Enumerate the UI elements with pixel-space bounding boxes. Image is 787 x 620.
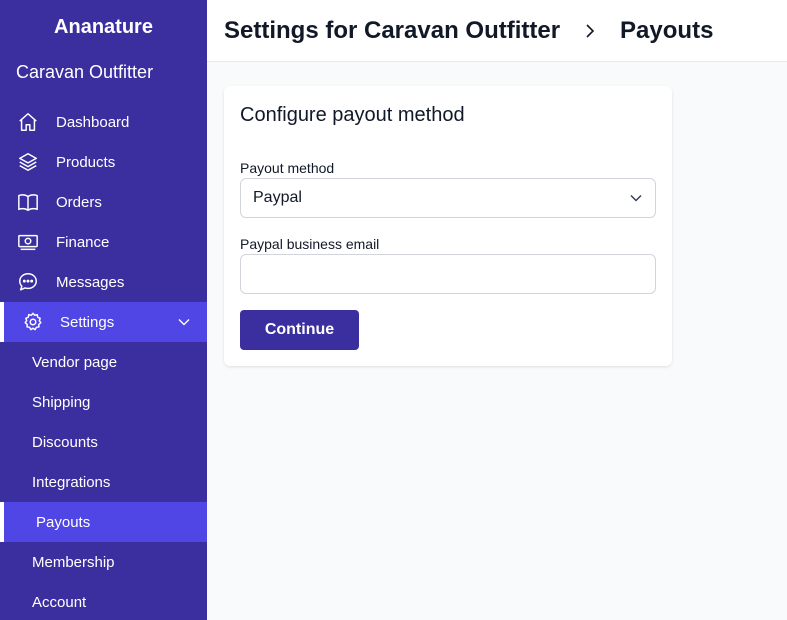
sidebar-item-settings[interactable]: Settings [0, 302, 207, 342]
sidebar: Ananature Caravan Outfitter Dashboard Pr… [0, 0, 207, 620]
breadcrumb-settings[interactable]: Settings for Caravan Outfitter [224, 17, 560, 45]
banknote-icon [18, 234, 38, 251]
sidebar-subitem-account[interactable]: Account [0, 582, 207, 620]
sidebar-subitem-membership[interactable]: Membership [0, 542, 207, 582]
continue-button[interactable]: Continue [240, 310, 359, 350]
store-name: Caravan Outfitter [16, 62, 154, 82]
sidebar-item-label: Settings [60, 313, 115, 331]
card-title: Configure payout method [240, 104, 465, 126]
chat-icon [19, 273, 37, 291]
payout-method-select[interactable]: Paypal [240, 178, 656, 218]
chevron-down-icon [630, 194, 642, 202]
sidebar-subitem-label: Payouts [36, 513, 91, 531]
sidebar-subitem-integrations[interactable]: Integrations [0, 462, 207, 502]
gear-icon [24, 312, 42, 331]
breadcrumb: Settings for Caravan Outfitter Payouts [207, 0, 787, 62]
sidebar-item-finance[interactable]: Finance [0, 222, 207, 262]
chevron-down-icon[interactable] [177, 315, 191, 329]
sidebar-item-label: Finance [56, 233, 110, 251]
sidebar-subitem-payouts[interactable]: Payouts [0, 502, 207, 542]
sidebar-item-label: Messages [56, 273, 125, 291]
sidebar-subitem-label: Membership [32, 553, 115, 571]
sidebar-item-label: Products [56, 153, 116, 171]
sidebar-subitem-vendor-page[interactable]: Vendor page [0, 342, 207, 382]
sidebar-subitem-label: Vendor page [32, 353, 118, 371]
home-icon [19, 113, 37, 131]
sidebar-subitem-label: Integrations [32, 473, 111, 491]
sidebar-subitem-label: Shipping [32, 393, 91, 411]
paypal-email-field[interactable] [240, 254, 656, 294]
layers-icon [19, 153, 37, 171]
payout-card: Configure payout method Payout method Pa… [224, 86, 672, 366]
sidebar-item-messages[interactable]: Messages [0, 262, 207, 302]
sidebar-item-dashboard[interactable]: Dashboard [0, 102, 207, 142]
brand-logo[interactable]: Ananature [0, 16, 207, 39]
sidebar-subitem-label: Account [32, 593, 87, 611]
sidebar-item-products[interactable]: Products [0, 142, 207, 182]
email-label: Paypal business email [240, 236, 380, 252]
sidebar-item-orders[interactable]: Orders [0, 182, 207, 222]
sidebar-subitem-label: Discounts [32, 433, 98, 451]
sidebar-subitem-discounts[interactable]: Discounts [0, 422, 207, 462]
sidebar-item-label: Dashboard [56, 113, 130, 131]
page-title: Payouts [620, 16, 714, 44]
sidebar-subitem-shipping[interactable]: Shipping [0, 382, 207, 422]
sidebar-item-label: Orders [56, 193, 102, 211]
payout-method-value: Paypal [253, 189, 302, 206]
book-icon [18, 194, 38, 211]
payout-method-label: Payout method [240, 160, 335, 176]
chevron-right-icon [586, 23, 595, 38]
